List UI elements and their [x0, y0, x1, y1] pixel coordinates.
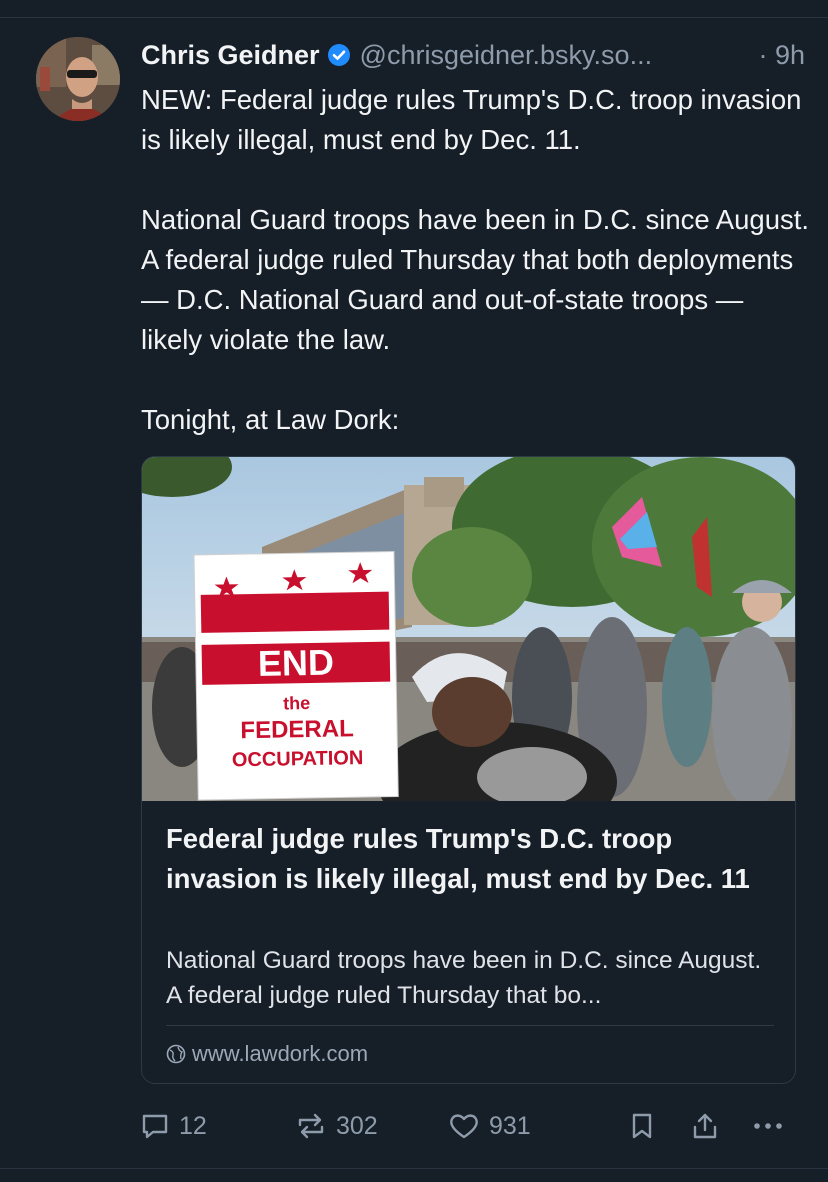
- repost-button[interactable]: 302: [294, 1106, 378, 1146]
- like-button[interactable]: 931: [447, 1106, 531, 1146]
- sign-text-occupation: OCCUPATION: [232, 747, 364, 771]
- post-header: Chris Geidner @chrisgeidner.bsky.so... ·…: [141, 35, 805, 75]
- card-image: END the FEDERAL OCCUPATION: [142, 457, 795, 801]
- bookmark-button[interactable]: [627, 1106, 657, 1146]
- heart-icon: [450, 1114, 478, 1139]
- more-options-icon: [754, 1123, 782, 1129]
- bookmark-icon: [632, 1113, 652, 1139]
- card-description: National Guard troops have been in D.C. …: [166, 947, 762, 1009]
- like-count: 931: [489, 1111, 531, 1140]
- post-timestamp[interactable]: · 9h: [758, 35, 805, 75]
- reply-button[interactable]: 12: [139, 1106, 207, 1146]
- more-options-button[interactable]: [750, 1106, 786, 1146]
- share-icon: [693, 1113, 717, 1139]
- repost-icon: [298, 1113, 324, 1139]
- card-title[interactable]: Federal judge rules Trump's D.C. troop i…: [166, 819, 776, 899]
- post-paragraph: Tonight, at Law Dork:: [141, 404, 400, 435]
- top-divider: [0, 17, 828, 18]
- repost-count: 302: [336, 1111, 378, 1140]
- author-handle[interactable]: @chrisgeidner.bsky.so...: [360, 40, 653, 71]
- post-actions: 12 302 931: [139, 1106, 799, 1146]
- post-body: NEW: Federal judge rules Trump's D.C. tr…: [141, 80, 811, 440]
- card-domain: www.lawdork.com: [192, 1041, 369, 1066]
- author-name[interactable]: Chris Geidner: [141, 40, 320, 71]
- card-link[interactable]: www.lawdork.com: [166, 1039, 368, 1069]
- profile-photo-icon: [36, 37, 120, 121]
- share-button[interactable]: [690, 1106, 720, 1146]
- post-paragraph: National Guard troops have been in D.C. …: [141, 204, 810, 355]
- reply-icon: [142, 1114, 168, 1139]
- sign-text-end: END: [258, 642, 335, 684]
- globe-icon: [166, 1044, 186, 1064]
- bottom-divider: [0, 1168, 828, 1169]
- sign-text-the: the: [283, 693, 310, 713]
- post-paragraph: NEW: Federal judge rules Trump's D.C. tr…: [141, 84, 802, 155]
- card-divider: [166, 1025, 774, 1026]
- reply-count: 12: [179, 1111, 207, 1140]
- avatar[interactable]: [36, 37, 120, 121]
- link-preview-card[interactable]: END the FEDERAL OCCUPATION Federal judge…: [141, 456, 796, 1084]
- verified-badge-icon[interactable]: [327, 43, 351, 67]
- sign-text-federal: FEDERAL: [240, 715, 354, 744]
